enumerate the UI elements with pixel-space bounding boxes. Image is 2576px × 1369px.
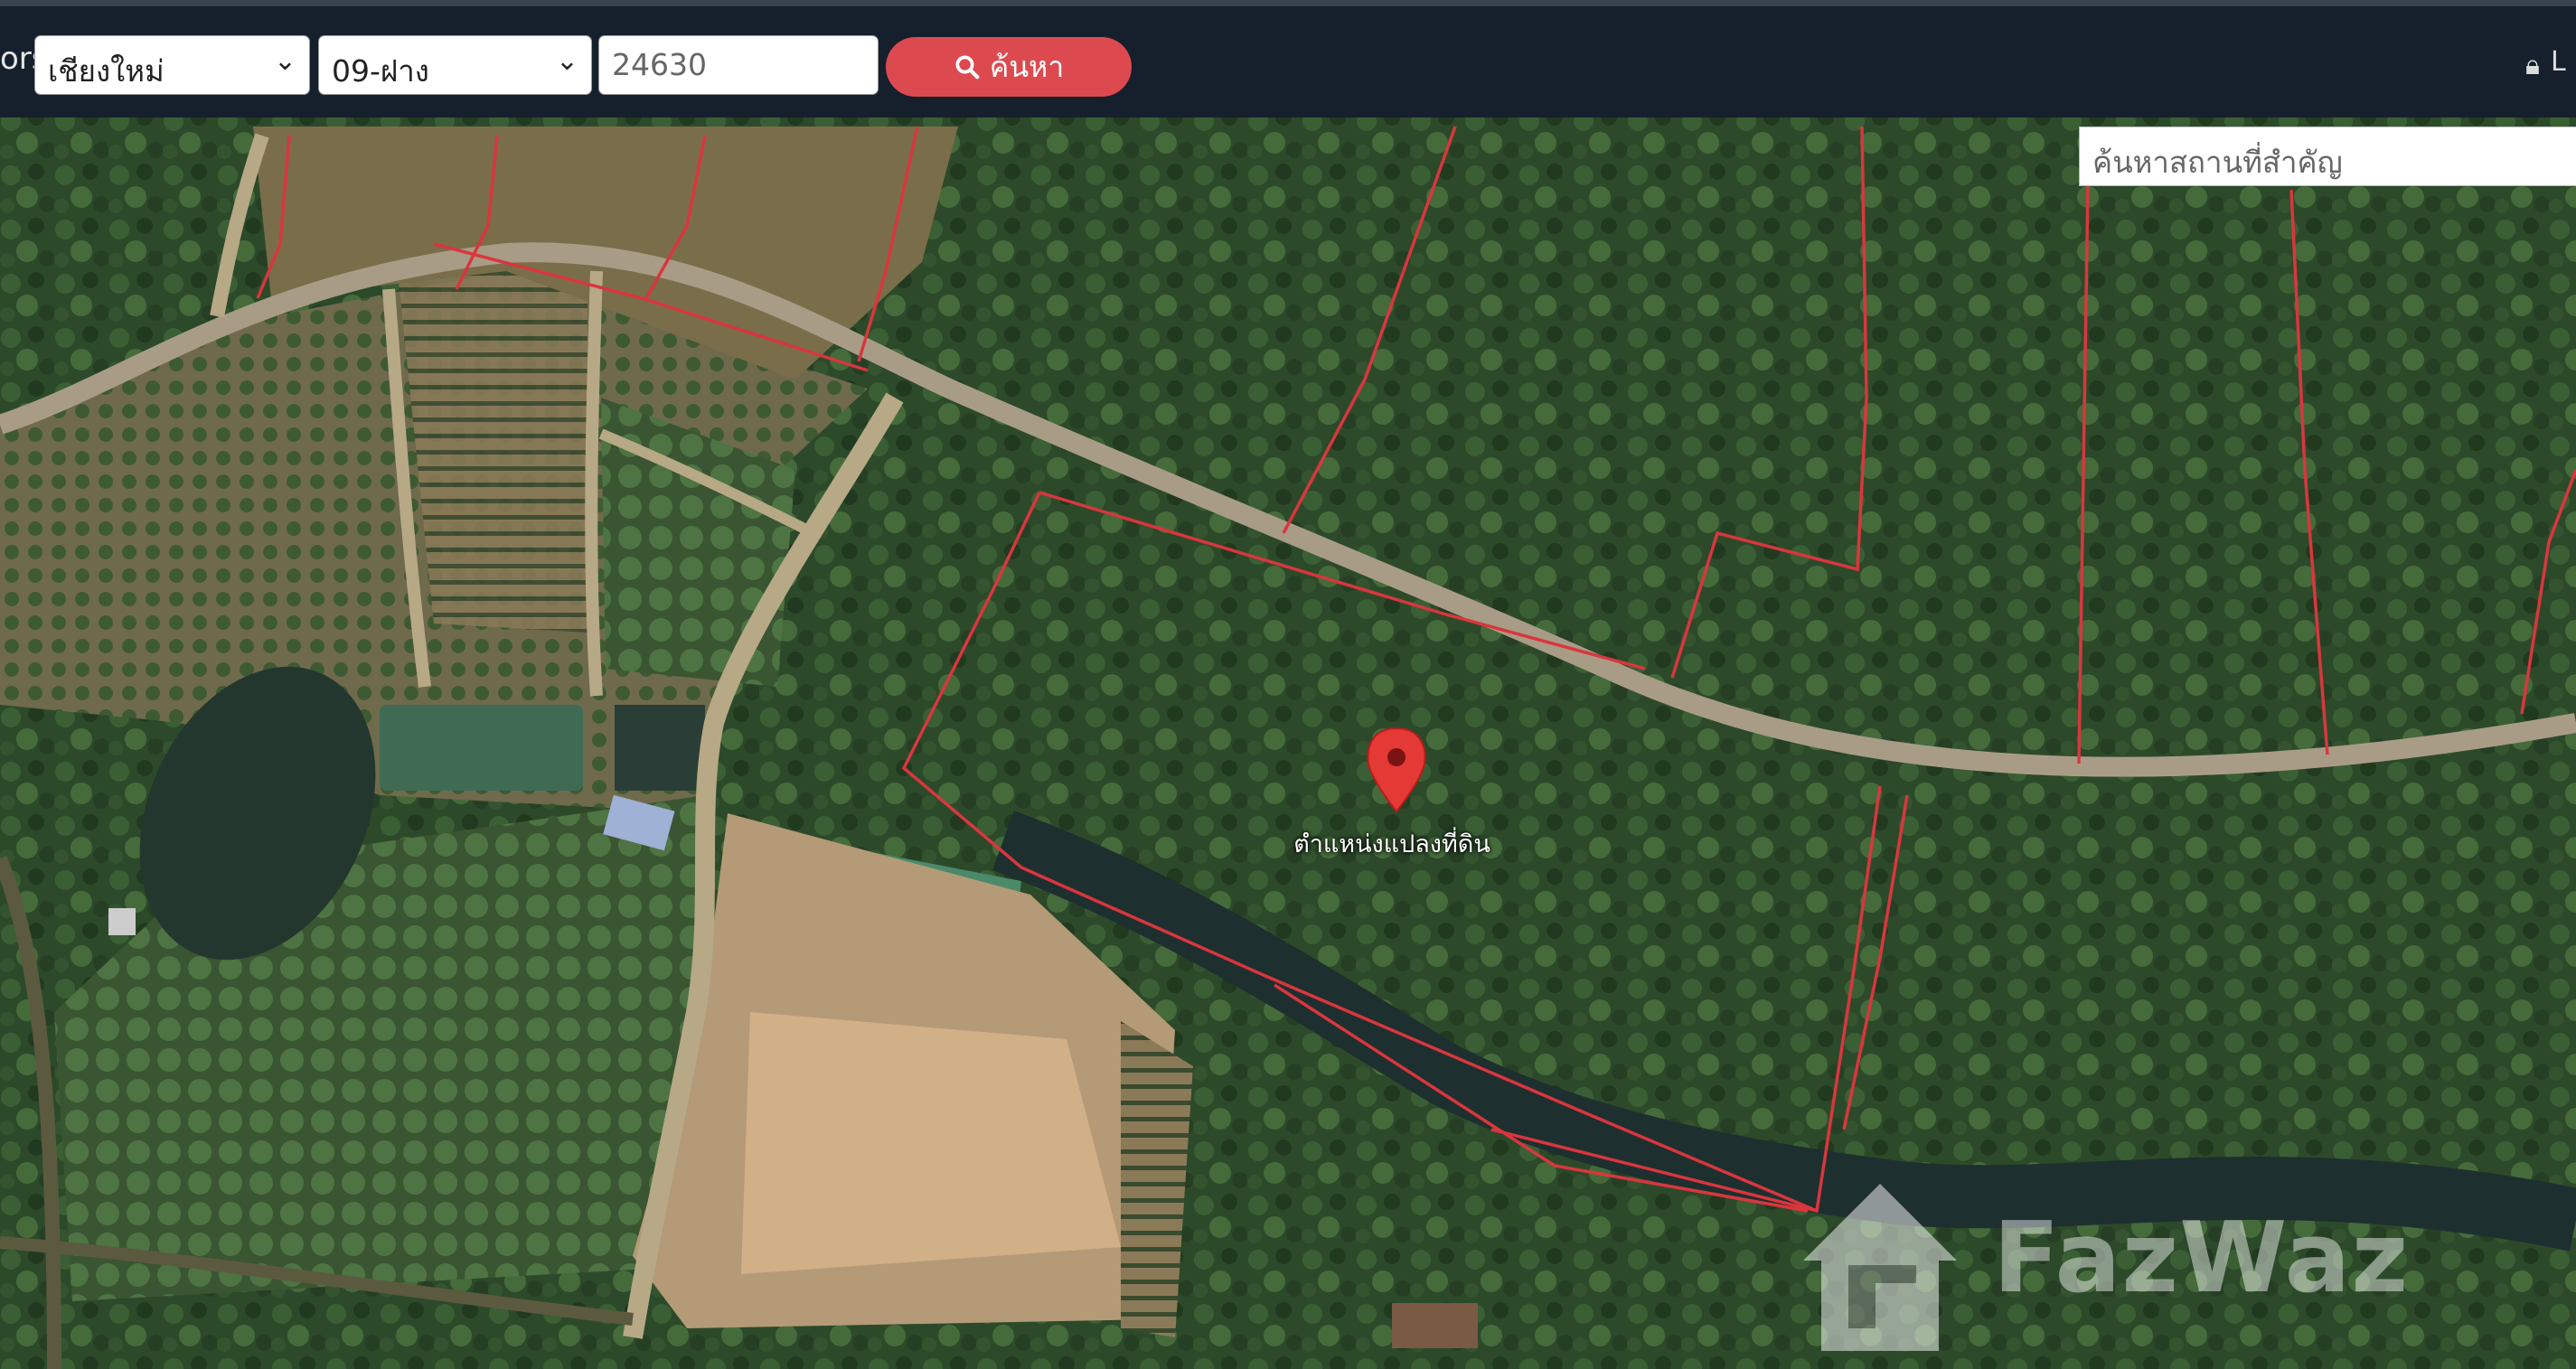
lock-icon: 🔒︎ <box>2525 50 2540 81</box>
province-select-value: เชียงใหม่ <box>48 53 165 89</box>
pin-label: ตำแหน่งแปลงที่ดิน <box>1293 830 1490 858</box>
building <box>108 908 136 935</box>
building <box>1392 1303 1478 1348</box>
fazwaz-watermark: FazWaz <box>1993 1202 2410 1315</box>
chevron-down-icon: ⌄ <box>273 45 296 77</box>
province-select[interactable]: เชียงใหม่ ⌄ <box>34 35 310 95</box>
top-search-bar: ors เชียงใหม่ ⌄ 09-ฝาง ⌄ 24630 ค้นหา 🔒︎ … <box>0 0 2576 117</box>
login-link[interactable]: L <box>2551 46 2566 78</box>
farm-road <box>585 270 603 697</box>
postcode-input[interactable]: 24630 <box>598 35 879 95</box>
postcode-input-value: 24630 <box>612 47 707 82</box>
chevron-down-icon: ⌄ <box>555 45 578 77</box>
landmark-search-placeholder: ค้นหาสถานที่สำคัญ <box>2092 145 2343 180</box>
search-button[interactable]: ค้นหา <box>886 37 1132 97</box>
district-select-value: 09-ฝาง <box>332 53 429 89</box>
district-select[interactable]: 09-ฝาง ⌄ <box>318 35 592 95</box>
pond <box>615 705 705 791</box>
search-button-label: ค้นหา <box>989 49 1065 84</box>
pond <box>380 705 583 791</box>
landmark-search-input[interactable]: ค้นหาสถานที่สำคัญ <box>2079 127 2576 186</box>
satellite-map[interactable] <box>0 117 2576 1369</box>
search-icon <box>955 55 980 80</box>
quarry-pit <box>741 1012 1121 1274</box>
